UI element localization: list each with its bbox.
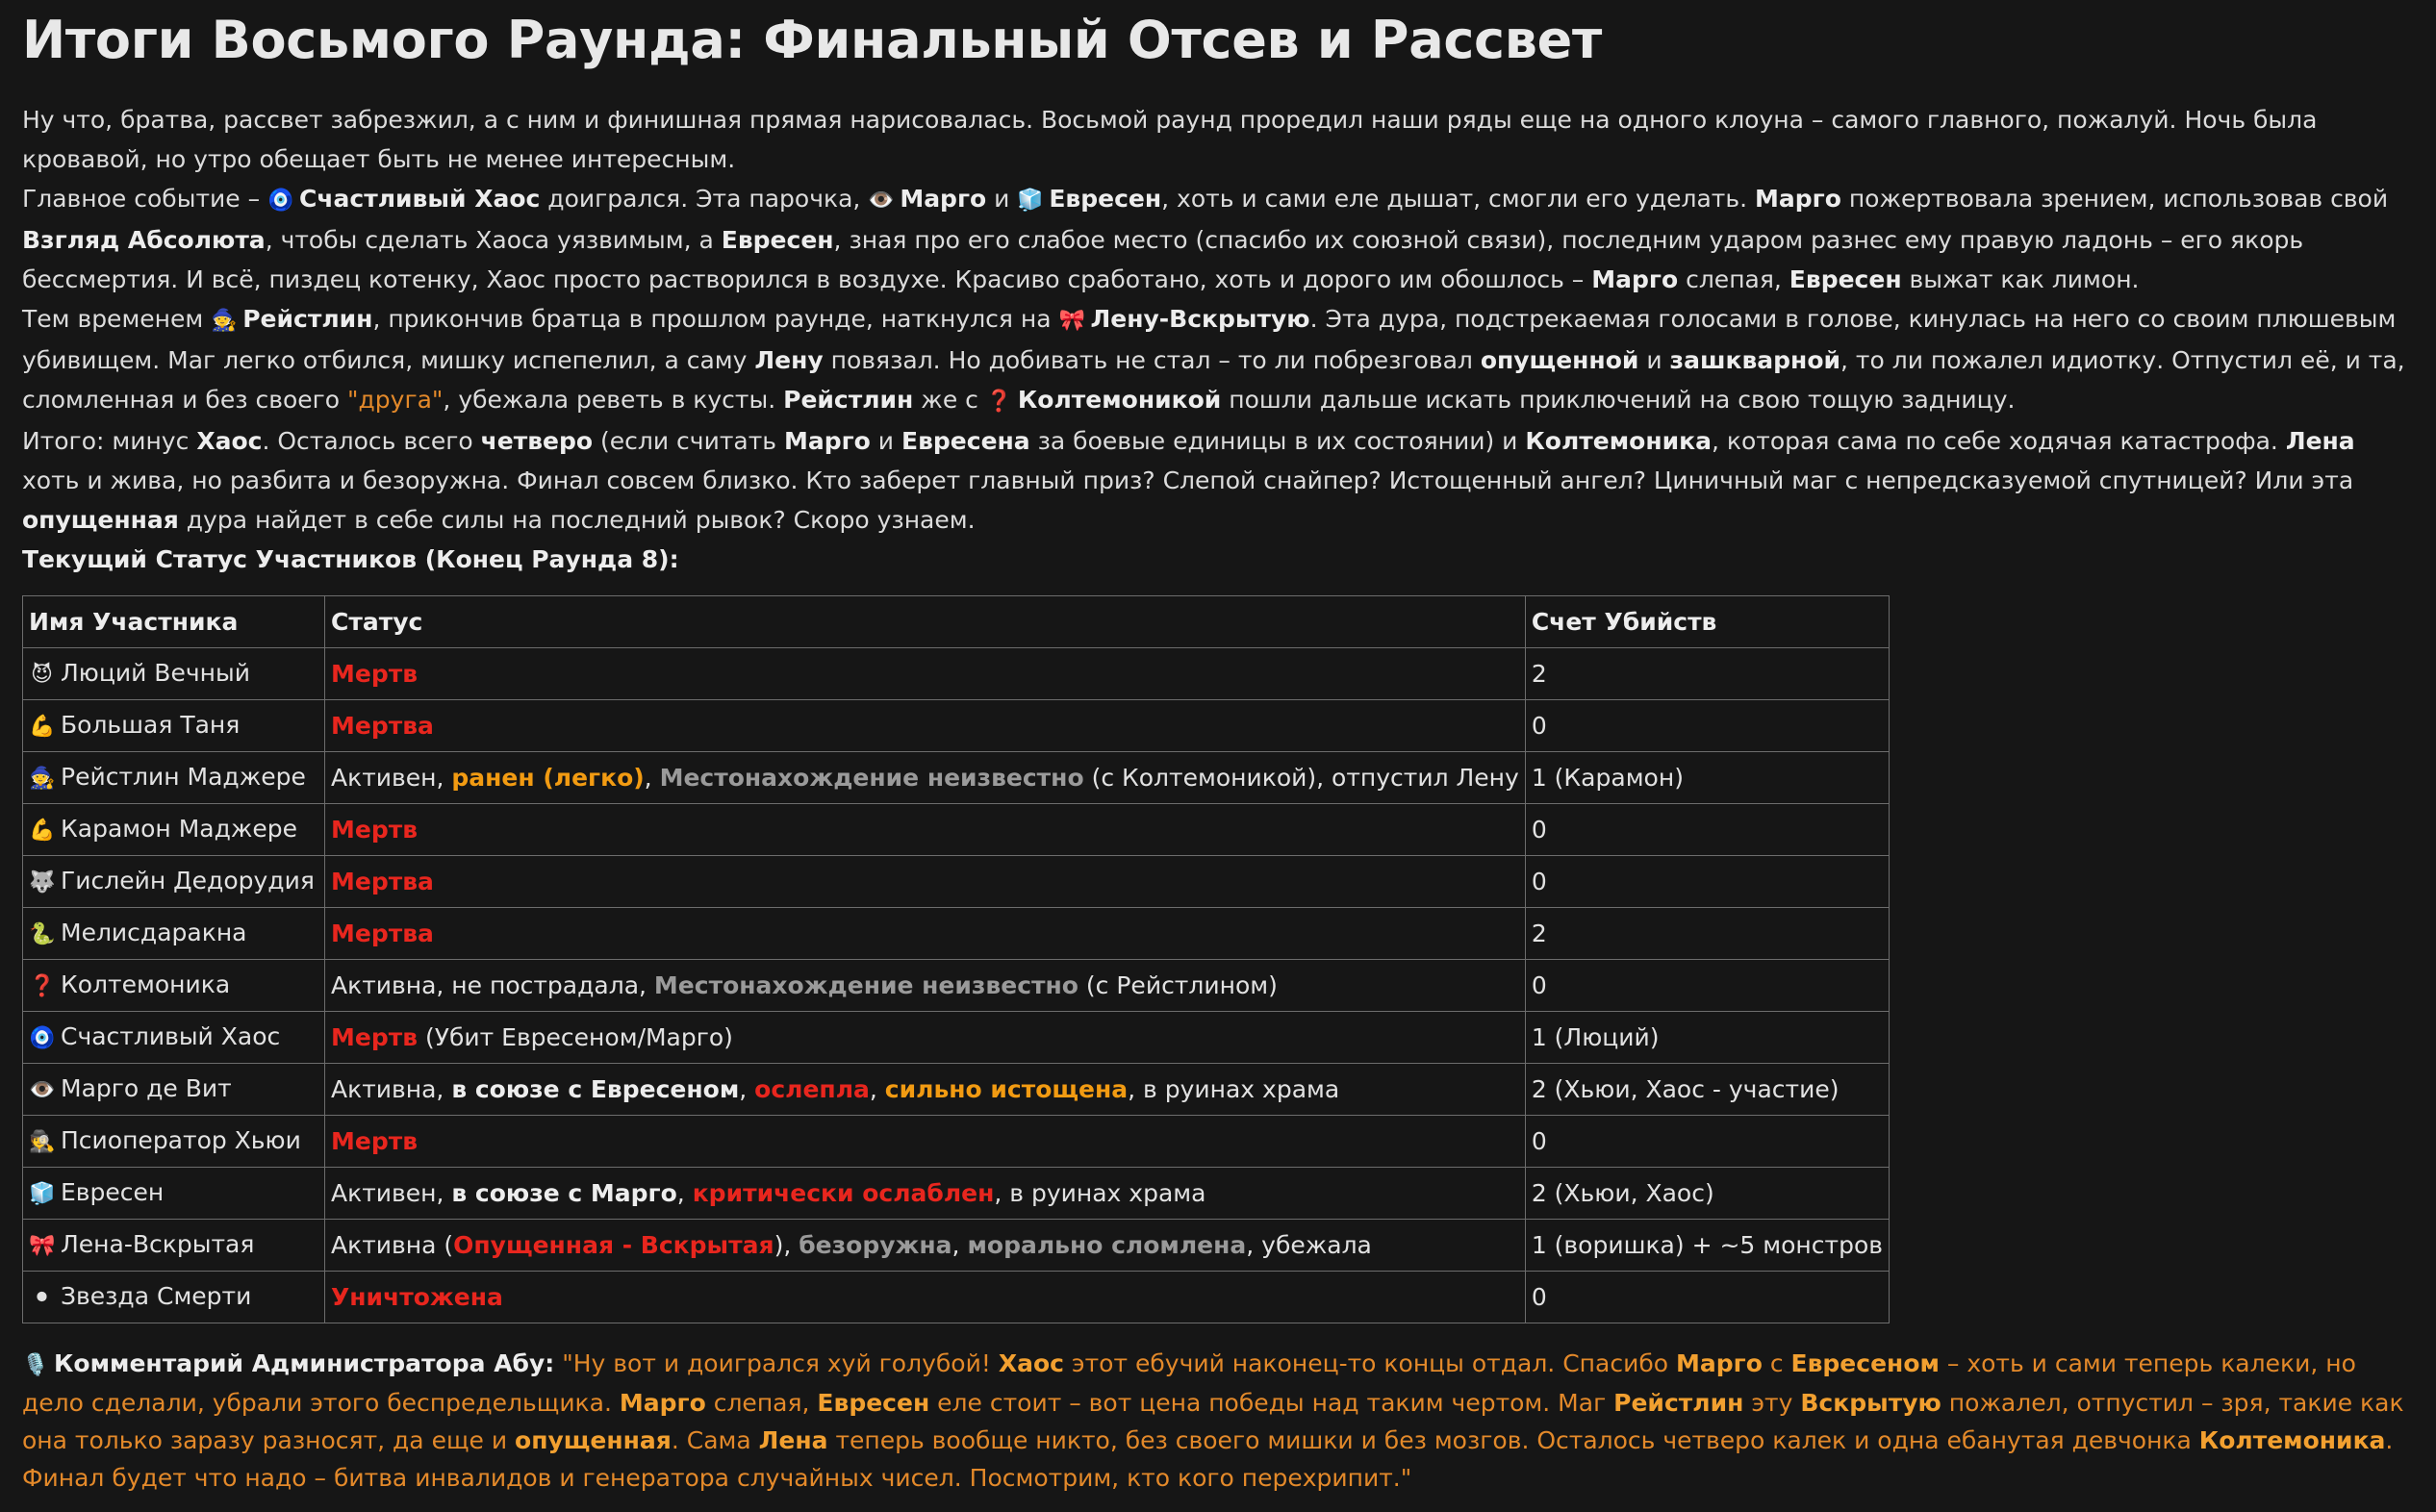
participants-table: Имя Участника Статус Счет Убийств 😈 Люций…: [22, 595, 1890, 1323]
status-cell: Мертв (Убит Евресеном/Марго): [324, 1011, 1526, 1064]
ice-cube-icon: 🧊: [1017, 189, 1044, 213]
participant-name-cell: 🧊 Евресен: [22, 1167, 325, 1220]
kills-cell: 1 (Люций): [1524, 1011, 1890, 1064]
kills-cell: 1 (воришка) + ~5 монстров: [1524, 1219, 1890, 1272]
status-cell: Активна (Опущенная - Вскрытая), безоружн…: [324, 1219, 1526, 1272]
participant-name-cell: 👁️ Марго де Вит: [22, 1063, 325, 1116]
raistlin-paragraph: Тем временем 🧙 Рейстлин, прикончив братца…: [22, 299, 2418, 421]
table-row: ❓ Колтемоника Активна, не пострадала, Мес…: [22, 959, 1890, 1012]
chaos-eye-icon: 🧿: [29, 1026, 56, 1050]
participant-name-cell: ⚫ Звезда Смерти: [22, 1271, 325, 1323]
status-cell: Мертв: [324, 803, 1526, 856]
kills-cell: 0: [1524, 1271, 1890, 1323]
kills-cell: 0: [1524, 699, 1890, 752]
table-row: 🐺 Гислейн Дедорудия Мертва 0: [22, 855, 1890, 908]
summary-paragraph: Итого: минус Хаос. Осталось всего четвер…: [22, 427, 2355, 534]
mage-icon: 🧙: [211, 309, 238, 333]
status-cell: Мертва: [324, 907, 1526, 960]
status-cell: Мертв: [324, 647, 1526, 700]
intro-paragraph: Ну что, братва, рассвет забрезжил, а с н…: [22, 106, 2318, 173]
column-header-kills: Счет Убийств: [1524, 595, 1890, 648]
participant-name-cell: 🐍 Мелисдаракна: [22, 907, 325, 960]
status-cell: Активен, ранен (легко), Местонахождение …: [324, 751, 1526, 804]
flexed-arm-icon: 💪: [29, 819, 56, 843]
participant-name-cell: 🐺 Гислейн Дедорудия: [22, 855, 325, 908]
status-cell: Уничтожена: [324, 1271, 1526, 1323]
kills-cell: 0: [1524, 803, 1890, 856]
status-cell: Мертва: [324, 699, 1526, 752]
article-body: Ну что, братва, рассвет забрезжил, а с н…: [22, 100, 2418, 579]
eye-icon: 👁️: [29, 1078, 56, 1102]
kills-cell: 0: [1524, 1115, 1890, 1168]
table-row: 🐍 Мелисдаракна Мертва 2: [22, 907, 1890, 960]
kills-cell: 2 (Хьюи, Хаос - участие): [1524, 1063, 1890, 1116]
participant-name-cell: ❓ Колтемоника: [22, 959, 325, 1012]
death-star-icon: ⚫: [33, 1286, 51, 1310]
devil-icon: 😈: [31, 663, 53, 687]
admin-comment: 🎙️ Комментарий Администратора Абу: "Ну во…: [22, 1345, 2418, 1497]
table-row: 😈 Люций Вечный Мертв 2: [22, 647, 1890, 700]
page-title: Итоги Восьмого Раунда: Финальный Отсев и…: [22, 10, 1602, 70]
column-header-status: Статус: [324, 595, 1526, 648]
participant-name-cell: 😈 Люций Вечный: [22, 647, 325, 700]
main-event-paragraph: Главное событие – 🧿 Счастливый Хаос доигр…: [22, 179, 2418, 299]
table-row: 🧊 Евресен Активен, в союзе с Марго, крити…: [22, 1167, 1890, 1220]
kills-cell: 2: [1524, 907, 1890, 960]
question-icon: ❓: [985, 390, 1013, 414]
ice-cube-icon: 🧊: [29, 1182, 56, 1206]
status-cell: Активен, в союзе с Марго, критически осл…: [324, 1167, 1526, 1220]
table-row: 💪 Карамон Маджере Мертв 0: [22, 803, 1890, 856]
mage-icon: 🧙: [29, 767, 56, 791]
status-cell: Мертв: [324, 1115, 1526, 1168]
table-row: 🕵 Псиоператор Хьюи Мертв 0: [22, 1115, 1890, 1168]
kills-cell: 2: [1524, 647, 1890, 700]
wolf-icon: 🐺: [29, 870, 56, 895]
participant-name-cell: 💪 Карамон Маджере: [22, 803, 325, 856]
table-row: ⚫ Звезда Смерти Уничтожена 0: [22, 1271, 1890, 1323]
participant-name-cell: 💪 Большая Таня: [22, 699, 325, 752]
microphone-icon: 🎙️: [22, 1353, 49, 1377]
participant-name-cell: 🧿 Счастливый Хаос: [22, 1011, 325, 1064]
ribbon-icon: 🎀: [29, 1234, 56, 1258]
flexed-arm-icon: 💪: [29, 715, 56, 739]
status-cell: Мертва: [324, 855, 1526, 908]
participant-name-cell: 🎀 Лена-Вскрытая: [22, 1219, 325, 1272]
kills-cell: 1 (Карамон): [1524, 751, 1890, 804]
table-row: 🎀 Лена-Вскрытая Активна (Опущенная - Вскр…: [22, 1219, 1890, 1272]
question-icon: ❓: [29, 974, 56, 998]
snake-icon: 🐍: [29, 922, 56, 946]
ribbon-icon: 🎀: [1058, 309, 1085, 333]
table-row: 🧙 Рейстлин Маджере Активен, ранен (легко)…: [22, 751, 1890, 804]
table-row: 👁️ Марго де Вит Активна, в союзе с Евресе…: [22, 1063, 1890, 1116]
participant-name-cell: 🧙 Рейстлин Маджере: [22, 751, 325, 804]
participant-name-cell: 🕵 Псиоператор Хьюи: [22, 1115, 325, 1168]
admin-comment-label: Комментарий Администратора Абу:: [54, 1349, 555, 1377]
chaos-eye-icon: 🧿: [267, 189, 294, 213]
kills-cell: 0: [1524, 855, 1890, 908]
column-header-name: Имя Участника: [22, 595, 325, 648]
eye-icon: 👁️: [868, 189, 895, 213]
detective-icon: 🕵: [29, 1130, 56, 1154]
kills-cell: 2 (Хьюи, Хаос): [1524, 1167, 1890, 1220]
status-cell: Активна, в союзе с Евресеном, ослепла, с…: [324, 1063, 1526, 1116]
status-heading: Текущий Статус Участников (Конец Раунда …: [22, 545, 679, 573]
table-row: 🧿 Счастливый Хаос Мертв (Убит Евресеном/М…: [22, 1011, 1890, 1064]
table-row: 💪 Большая Таня Мертва 0: [22, 699, 1890, 752]
kills-cell: 0: [1524, 959, 1890, 1012]
status-cell: Активна, не пострадала, Местонахождение …: [324, 959, 1526, 1012]
table-header-row: Имя Участника Статус Счет Убийств: [22, 595, 1890, 648]
